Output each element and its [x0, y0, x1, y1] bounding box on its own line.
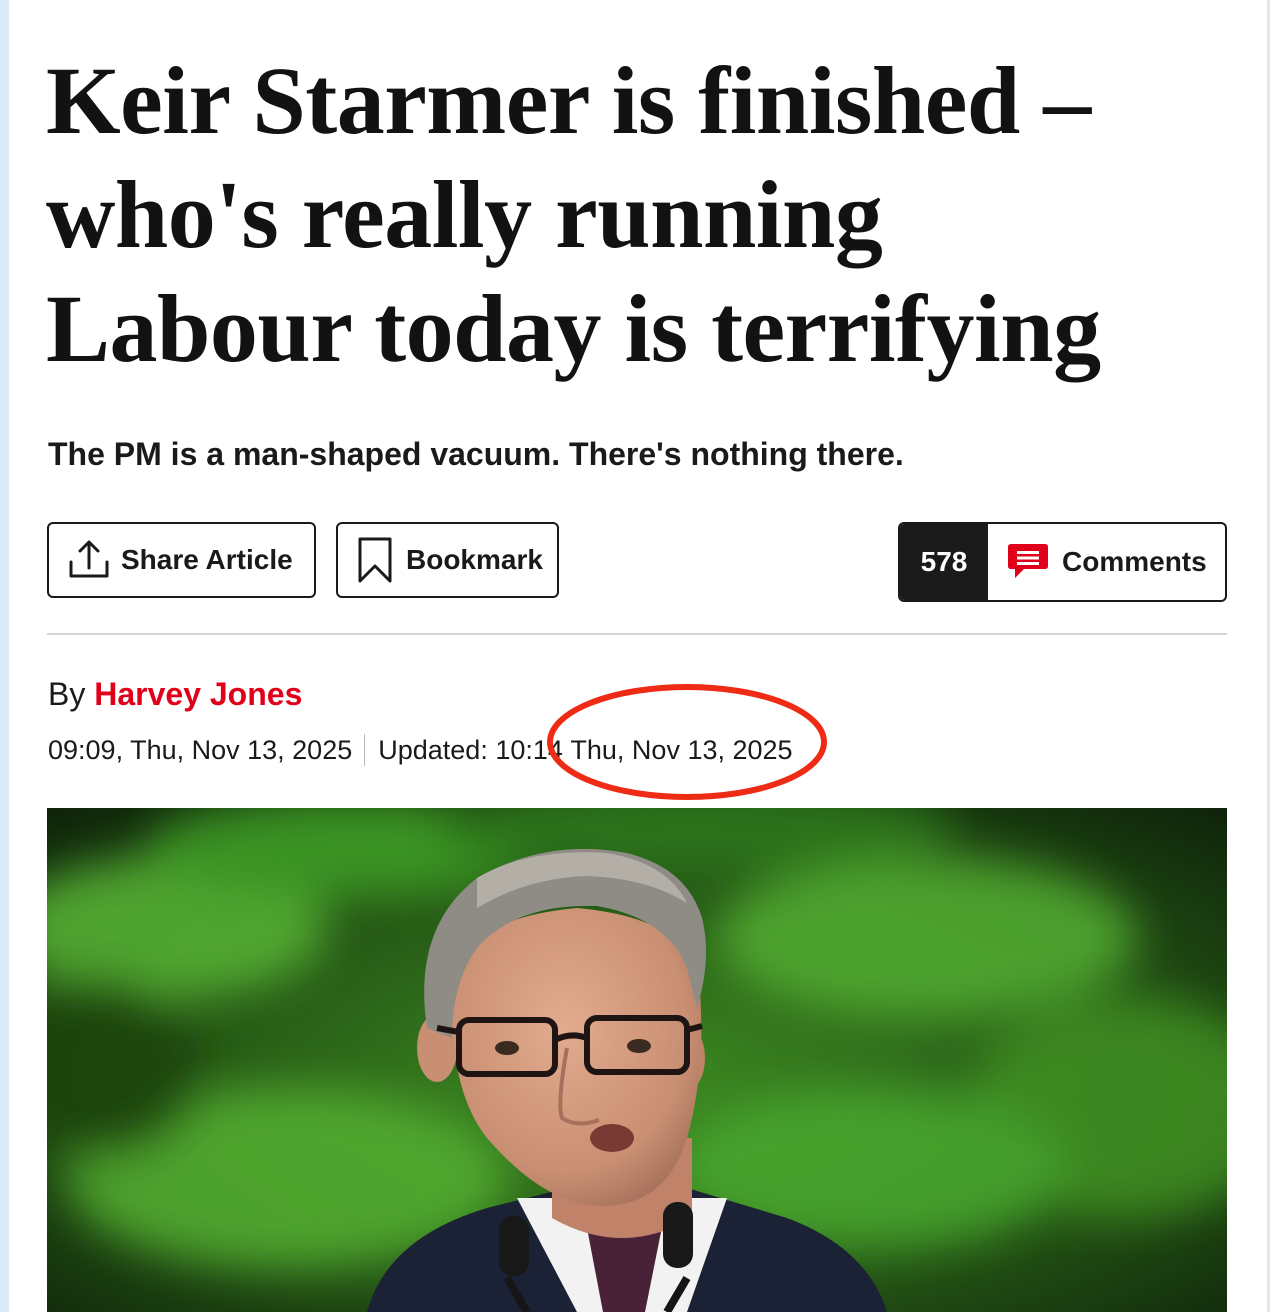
- comments-count: 578: [900, 524, 988, 600]
- article-headline: Keir Starmer is finished – who's really …: [46, 47, 1101, 382]
- article-standfirst: The PM is a man-shaped vacuum. There's n…: [48, 436, 904, 472]
- byline-prefix: By: [48, 676, 86, 712]
- window-left-edge: [0, 0, 9, 1312]
- share-article-label: Share Article: [121, 544, 293, 575]
- section-divider: [47, 633, 1227, 635]
- author-link[interactable]: Harvey Jones: [94, 676, 302, 712]
- updated-label: Updated: 10:14: [378, 735, 563, 765]
- dateline: 09:09, Thu, Nov 13, 2025 Updated: 10:14 …: [48, 732, 793, 768]
- published-timestamp: 09:09, Thu, Nov 13, 2025: [48, 735, 353, 765]
- speech-bubble-icon: [1006, 542, 1050, 582]
- bookmark-button[interactable]: Bookmark: [336, 522, 559, 598]
- updated-date: Thu, Nov 13, 2025: [570, 735, 793, 765]
- bookmark-icon: [356, 537, 394, 583]
- bookmark-label: Bookmark: [406, 544, 543, 575]
- comments-label: Comments: [1062, 546, 1207, 577]
- share-article-button[interactable]: Share Article: [47, 522, 316, 598]
- dateline-separator: [364, 734, 366, 766]
- comments-button[interactable]: 578 Comments: [898, 522, 1227, 602]
- share-upload-icon: [67, 538, 111, 582]
- hero-image: [47, 808, 1227, 1312]
- byline: By Harvey Jones: [48, 674, 302, 714]
